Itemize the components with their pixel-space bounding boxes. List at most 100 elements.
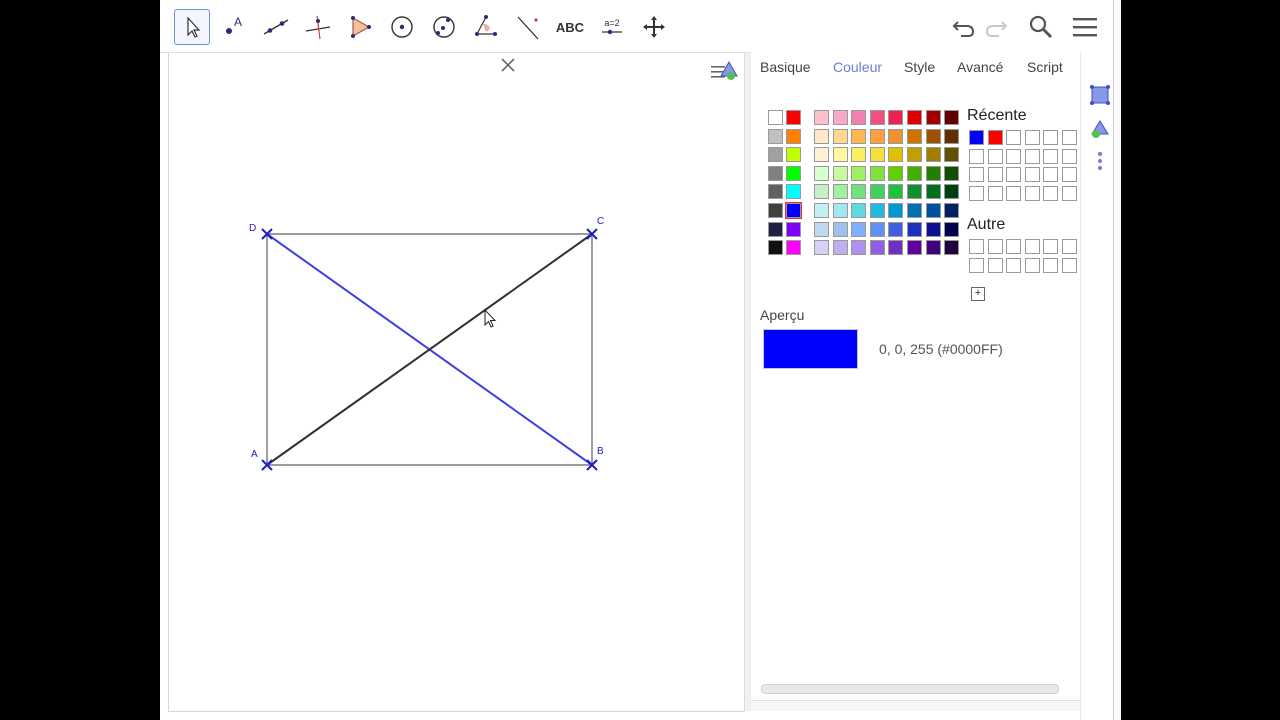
color-swatch-7-7[interactable]: [944, 240, 960, 256]
color-swatch-primary-5[interactable]: [785, 202, 802, 219]
color-swatch-5-1[interactable]: [832, 203, 848, 218]
horizontal-scrollbar[interactable]: [761, 684, 1059, 694]
other-color-slot[interactable]: [1024, 257, 1040, 273]
color-swatch-primary-0[interactable]: [786, 110, 801, 125]
color-swatch-0-1[interactable]: [832, 110, 848, 125]
color-swatch-primary-3[interactable]: [786, 165, 801, 181]
color-swatch-0-2[interactable]: [851, 110, 867, 125]
color-swatch-gray-0[interactable]: [768, 110, 783, 125]
undo-button[interactable]: [948, 12, 978, 42]
color-swatch-5-7[interactable]: [944, 203, 960, 218]
color-swatch-5-4[interactable]: [888, 203, 904, 218]
style-bar-toggle[interactable]: [709, 58, 743, 84]
color-swatch-0-6[interactable]: [925, 110, 941, 125]
recent-color-slot[interactable]: [1062, 185, 1077, 201]
color-swatch-7-0[interactable]: [814, 240, 829, 256]
color-swatch-4-3[interactable]: [869, 184, 885, 200]
main-menu-button[interactable]: [1070, 12, 1100, 42]
color-swatch-1-5[interactable]: [907, 128, 922, 144]
color-swatch-gray-5[interactable]: [768, 203, 783, 218]
color-swatch-2-5[interactable]: [907, 147, 922, 163]
color-swatch-primary-7[interactable]: [786, 240, 801, 256]
tab-avance[interactable]: Avancé: [957, 59, 1003, 75]
close-properties-button[interactable]: [499, 56, 517, 74]
recent-color-slot[interactable]: [987, 167, 1003, 183]
recent-color-slot[interactable]: [969, 167, 984, 183]
angle-tool[interactable]: [468, 9, 504, 45]
other-color-slot[interactable]: [1043, 257, 1059, 273]
color-swatch-1-0[interactable]: [814, 128, 829, 144]
color-swatch-4-4[interactable]: [888, 184, 904, 200]
move-tool[interactable]: [174, 9, 210, 45]
color-swatch-gray-4[interactable]: [768, 184, 783, 200]
color-swatch-0-4[interactable]: [888, 110, 904, 125]
recent-color-slot[interactable]: [1043, 130, 1059, 145]
color-swatch-3-2[interactable]: [851, 165, 867, 181]
color-swatch-6-3[interactable]: [869, 221, 885, 237]
polygon-tool[interactable]: [342, 9, 378, 45]
color-swatch-1-3[interactable]: [869, 128, 885, 144]
other-color-slot[interactable]: [969, 239, 984, 254]
color-swatch-4-5[interactable]: [907, 184, 922, 200]
circle-tool[interactable]: [384, 9, 420, 45]
recent-color-slot[interactable]: [1062, 130, 1077, 145]
color-swatch-1-1[interactable]: [832, 128, 848, 144]
color-swatch-gray-3[interactable]: [768, 165, 783, 181]
color-swatch-5-3[interactable]: [869, 203, 885, 218]
color-swatch-3-4[interactable]: [888, 165, 904, 181]
color-swatch-7-2[interactable]: [851, 240, 867, 256]
sidebar-graphics-button[interactable]: [1089, 84, 1111, 106]
recent-color-slot[interactable]: [987, 148, 1003, 164]
color-swatch-0-3[interactable]: [869, 110, 885, 125]
recent-color-slot[interactable]: [1006, 185, 1022, 201]
recent-color-slot[interactable]: [1024, 130, 1040, 145]
color-swatch-6-6[interactable]: [925, 221, 941, 237]
color-swatch-1-2[interactable]: [851, 128, 867, 144]
recent-color-slot[interactable]: [987, 130, 1003, 145]
color-swatch-6-1[interactable]: [832, 221, 848, 237]
color-swatch-7-1[interactable]: [832, 240, 848, 256]
color-swatch-6-0[interactable]: [814, 221, 829, 237]
color-swatch-2-3[interactable]: [869, 147, 885, 163]
recent-color-slot[interactable]: [969, 148, 984, 164]
add-custom-color-button[interactable]: +: [971, 287, 985, 301]
color-swatch-1-7[interactable]: [944, 128, 960, 144]
tab-couleur[interactable]: Couleur: [833, 59, 882, 75]
color-swatch-6-7[interactable]: [944, 221, 960, 237]
sidebar-more-button[interactable]: [1089, 150, 1111, 172]
recent-color-slot[interactable]: [969, 185, 984, 201]
other-color-slot[interactable]: [1062, 239, 1077, 254]
color-swatch-gray-2[interactable]: [768, 147, 783, 163]
color-swatch-primary-6[interactable]: [786, 221, 801, 237]
slider-tool[interactable]: a=2: [594, 9, 630, 45]
color-swatch-7-5[interactable]: [907, 240, 922, 256]
recent-color-slot[interactable]: [1062, 148, 1077, 164]
tab-basique[interactable]: Basique: [760, 59, 811, 75]
recent-color-slot[interactable]: [1024, 148, 1040, 164]
other-color-slot[interactable]: [987, 257, 1003, 273]
color-swatch-2-1[interactable]: [832, 147, 848, 163]
recent-color-slot[interactable]: [969, 130, 984, 145]
color-swatch-0-5[interactable]: [907, 110, 922, 125]
recent-color-slot[interactable]: [1006, 130, 1022, 145]
tab-script[interactable]: Script: [1027, 59, 1063, 75]
color-swatch-6-2[interactable]: [851, 221, 867, 237]
other-color-slot[interactable]: [1024, 239, 1040, 254]
other-color-slot[interactable]: [1062, 257, 1077, 273]
other-color-slot[interactable]: [1006, 239, 1022, 254]
color-swatch-2-4[interactable]: [888, 147, 904, 163]
color-swatch-gray-7[interactable]: [768, 240, 783, 256]
recent-color-slot[interactable]: [1024, 167, 1040, 183]
perpendicular-tool[interactable]: [300, 9, 336, 45]
reflect-tool[interactable]: [510, 9, 546, 45]
recent-color-slot[interactable]: [1006, 148, 1022, 164]
other-color-slot[interactable]: [969, 257, 984, 273]
sidebar-algebra-button[interactable]: [1089, 118, 1111, 140]
color-swatch-4-6[interactable]: [925, 184, 941, 200]
color-swatch-primary-4[interactable]: [786, 184, 801, 200]
color-swatch-2-6[interactable]: [925, 147, 941, 163]
recent-color-slot[interactable]: [1043, 148, 1059, 164]
point-tool[interactable]: A: [216, 9, 252, 45]
color-swatch-0-7[interactable]: [944, 110, 960, 125]
color-swatch-4-1[interactable]: [832, 184, 848, 200]
